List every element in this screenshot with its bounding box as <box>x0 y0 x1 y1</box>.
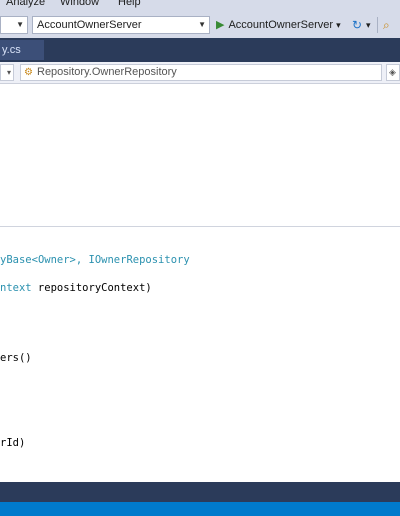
generic-close-token: >, <box>69 254 89 266</box>
chevron-down-icon: ▼ <box>198 20 206 29</box>
interface-type-token: IOwnerRepository <box>88 254 190 266</box>
run-dropdown-arrow[interactable]: ▾ <box>336 20 341 30</box>
constructor-param-token: repositoryContext) <box>31 282 152 294</box>
type-nav-value: Repository.OwnerRepository <box>37 66 177 78</box>
chevron-down-icon: ▼ <box>16 20 24 29</box>
refresh-dropdown-arrow-icon[interactable]: ▾ <box>366 15 371 35</box>
status-bar <box>0 502 400 516</box>
code-line-class-declaration: yBase<Owner>, IOwnerRepository <box>0 254 190 266</box>
method-param-token: rId) <box>0 437 26 449</box>
run-target-label: AccountOwnerServer <box>228 19 334 31</box>
tab-label: y.cs <box>2 44 21 56</box>
member-icon: ◈ <box>389 67 396 77</box>
menu-bar: Analyze Window Help <box>0 0 400 12</box>
menu-help[interactable]: Help <box>118 0 141 8</box>
class-icon: ⚙ <box>24 67 33 78</box>
bottom-tool-window-strip <box>0 482 400 502</box>
startup-project-value: AccountOwnerServer <box>37 19 142 31</box>
start-debugging-button[interactable]: ▶ AccountOwnerServer ▾ <box>216 15 341 35</box>
project-nav-combo[interactable]: ▾ <box>0 64 14 81</box>
startup-project-combo[interactable]: AccountOwnerServer ▼ <box>32 16 210 34</box>
outline-separator <box>0 226 400 227</box>
solution-configuration-combo[interactable]: ▼ <box>0 16 28 34</box>
method-signature-token: ers() <box>0 352 32 364</box>
tab-owner-repository[interactable]: y.cs <box>0 40 44 60</box>
refresh-icon[interactable]: ↻ <box>352 15 362 35</box>
code-navigation-bar: ▾ ⚙ Repository.OwnerRepository ◈ <box>0 62 400 84</box>
menu-window[interactable]: Window <box>60 0 99 8</box>
code-line-get-owner-by-id: rId) <box>0 437 25 449</box>
document-tab-strip <box>0 38 400 60</box>
play-icon: ▶ <box>216 19 225 31</box>
context-type-token: ntext <box>0 282 32 294</box>
code-editor[interactable]: yBase<Owner>, IOwnerRepository ntext rep… <box>0 84 400 482</box>
code-line-get-all-owners: ers() <box>0 352 32 364</box>
member-nav-combo[interactable]: ◈ <box>386 64 400 81</box>
type-nav-combo[interactable]: ⚙ Repository.OwnerRepository <box>20 64 382 81</box>
owner-type-token: Owner <box>37 254 70 266</box>
chevron-down-icon: ▾ <box>6 68 11 77</box>
toolbar-separator <box>377 17 378 33</box>
find-icon[interactable]: ⌕ <box>383 15 390 35</box>
base-type-token: yBase< <box>0 254 38 266</box>
menu-analyze[interactable]: Analyze <box>6 0 45 8</box>
code-line-constructor: ntext repositoryContext) <box>0 282 152 294</box>
